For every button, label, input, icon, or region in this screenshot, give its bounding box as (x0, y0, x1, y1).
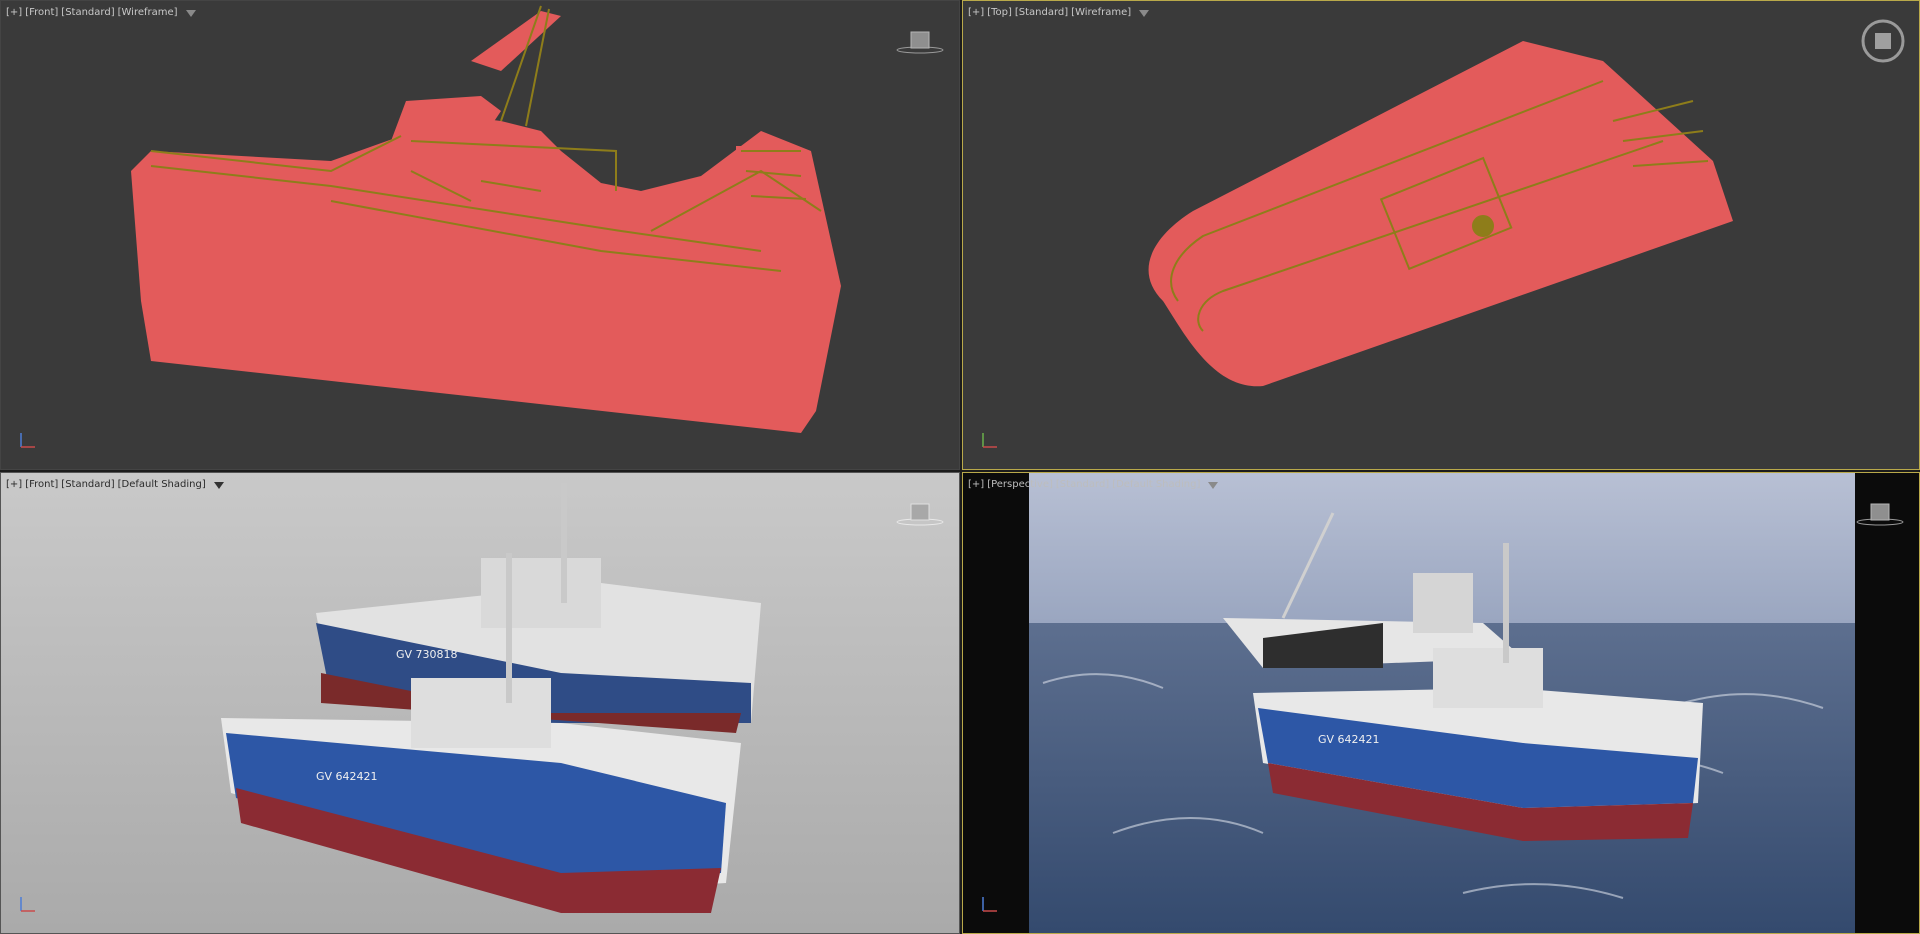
filter-icon[interactable] (213, 482, 224, 489)
safe-frame-left (963, 473, 1029, 933)
viewport-label: [+] [Perspective] [Standard] [Default Sh… (968, 479, 1219, 490)
axis-tripod-icon (20, 897, 35, 912)
viewport-standard[interactable]: [Standard] (61, 479, 114, 490)
filter-icon[interactable] (1139, 10, 1150, 17)
viewcube-icon[interactable] (895, 499, 945, 529)
viewport-shading-mode[interactable]: [Default Shading] (1112, 479, 1200, 490)
front-shaded-boat-scene: GV 730818 GV 642421 (1, 473, 959, 933)
viewport-menu-plus[interactable]: [+] (6, 479, 22, 490)
viewport-front-shaded[interactable]: GV 730818 GV 642421 [+] [Front] [Standar… (0, 472, 960, 934)
viewport-front-wireframe[interactable]: [+] [Front] [Standard] [Wireframe] (0, 0, 960, 470)
filter-icon[interactable] (1208, 482, 1219, 489)
front-wireframe-boat-scene (131, 5, 841, 433)
viewport-label: [+] [Front] [Standard] [Default Shading] (6, 479, 224, 490)
viewport-label: [+] [Top] [Standard] [Wireframe] (968, 7, 1150, 18)
viewport-label: [+] [Front] [Standard] [Wireframe] (6, 7, 196, 18)
viewport-point-of-view[interactable]: [Perspective] (987, 479, 1053, 490)
registration-label-perspective: GV 642421 (1318, 733, 1380, 746)
perspective-ocean-boat-scene: GV 642421 (1029, 473, 1855, 933)
registration-label-upper: GV 730818 (396, 648, 458, 661)
axis-tripod-icon (20, 433, 35, 448)
axis-tripod-icon (982, 433, 997, 448)
viewport-menu-plus[interactable]: [+] (968, 479, 984, 490)
registration-label-lower: GV 642421 (316, 770, 378, 783)
compass-icon[interactable] (1859, 17, 1907, 65)
viewport-shading-mode[interactable]: [Default Shading] (118, 479, 206, 490)
viewport-menu-plus[interactable]: [+] (968, 7, 984, 18)
viewport-standard[interactable]: [Standard] (61, 7, 114, 18)
viewport-top-wireframe[interactable]: [+] [Top] [Standard] [Wireframe] (962, 0, 1920, 470)
viewport-point-of-view[interactable]: [Front] (25, 7, 58, 18)
viewcube-icon[interactable] (1855, 499, 1905, 529)
safe-frame-right (1855, 473, 1919, 933)
viewport-perspective-shaded[interactable]: GV 642421 [+] [Perspective] [Standard] [… (962, 472, 1920, 934)
viewcube-icon[interactable] (895, 27, 945, 57)
viewport-standard[interactable]: [Standard] (1056, 479, 1109, 490)
viewport-shading-mode[interactable]: [Wireframe] (118, 7, 178, 18)
viewport-standard[interactable]: [Standard] (1015, 7, 1068, 18)
viewport-point-of-view[interactable]: [Front] (25, 479, 58, 490)
top-wireframe-boat-scene (1148, 41, 1733, 387)
viewport-shading-mode[interactable]: [Wireframe] (1071, 7, 1131, 18)
viewport-point-of-view[interactable]: [Top] (987, 7, 1012, 18)
filter-icon[interactable] (185, 10, 196, 17)
viewport-menu-plus[interactable]: [+] (6, 7, 22, 18)
axis-tripod-icon (982, 897, 997, 912)
